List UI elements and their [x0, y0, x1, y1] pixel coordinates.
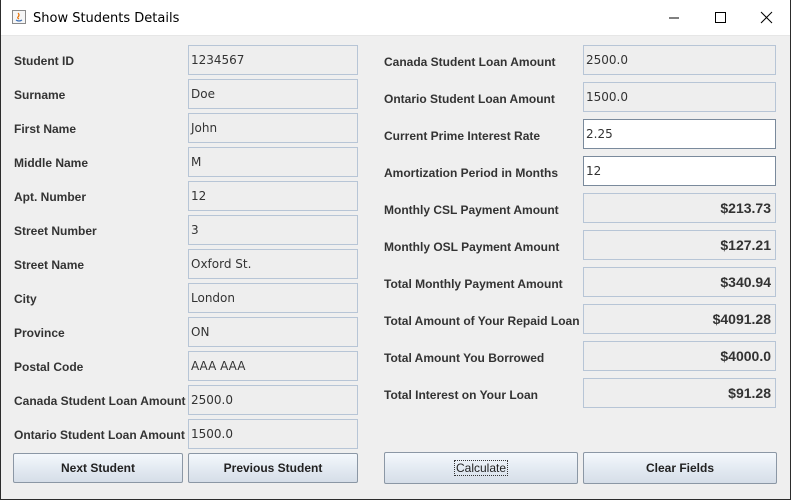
total-monthly-label: Total Monthly Payment Amount	[384, 277, 563, 291]
maximize-button[interactable]	[697, 0, 743, 35]
minimize-icon	[669, 17, 679, 19]
street-name-field[interactable]: Oxford St.	[188, 249, 358, 279]
clear-fields-label: Clear Fields	[645, 461, 715, 475]
canada-loan-field[interactable]: 2500.0	[188, 385, 358, 415]
close-button[interactable]	[743, 0, 789, 35]
city-label: City	[14, 292, 37, 306]
ontario-loan-label: Ontario Student Loan Amount	[14, 428, 185, 442]
amortization-label: Amortization Period in Months	[384, 166, 558, 180]
ontario-loan-field[interactable]: 1500.0	[188, 419, 358, 449]
postal-code-field[interactable]: AAA AAA	[188, 351, 358, 381]
monthly-csl-value: $213.73	[583, 193, 776, 223]
amortization-input[interactable]: 12	[583, 156, 776, 186]
previous-student-button[interactable]: Previous Student	[188, 453, 358, 483]
maximize-icon	[715, 12, 726, 23]
street-name-label: Street Name	[14, 258, 85, 272]
total-repaid-label: Total Amount of Your Repaid Loan	[384, 314, 580, 328]
surname-label: Surname	[14, 88, 66, 102]
right-canada-loan-label: Canada Student Loan Amount	[384, 55, 556, 69]
close-icon	[760, 11, 773, 24]
middle-name-label: Middle Name	[14, 156, 89, 170]
surname-field[interactable]: Doe	[188, 79, 358, 109]
previous-student-label: Previous Student	[223, 461, 323, 475]
apt-number-field[interactable]: 12	[188, 181, 358, 211]
window-title: Show Students Details	[33, 11, 180, 26]
calculate-button[interactable]: Calculate	[384, 452, 578, 484]
province-label: Province	[14, 326, 65, 340]
title-bar[interactable]: Show Students Details	[1, 0, 790, 36]
minimize-button[interactable]	[651, 0, 697, 35]
province-field[interactable]: ON	[188, 317, 358, 347]
prime-rate-label: Current Prime Interest Rate	[384, 129, 541, 143]
prime-rate-input[interactable]: 2.25	[583, 119, 776, 149]
first-name-field[interactable]: John	[188, 113, 358, 143]
canada-loan-label: Canada Student Loan Amount	[14, 394, 186, 408]
city-field[interactable]: London	[188, 283, 358, 313]
total-borrowed-label: Total Amount You Borrowed	[384, 351, 545, 365]
student-id-label: Student ID	[14, 54, 74, 68]
street-number-label: Street Number	[14, 224, 97, 238]
middle-name-field[interactable]: M	[188, 147, 358, 177]
clear-fields-button[interactable]: Clear Fields	[583, 452, 777, 484]
first-name-label: First Name	[14, 122, 77, 136]
monthly-osl-value: $127.21	[583, 230, 776, 260]
apt-number-label: Apt. Number	[14, 190, 86, 204]
calculate-label: Calculate	[453, 460, 509, 476]
total-interest-value: $91.28	[583, 378, 776, 408]
next-student-label: Next Student	[60, 461, 135, 475]
total-monthly-value: $340.94	[583, 267, 776, 297]
student-id-field[interactable]: 1234567	[188, 45, 358, 75]
next-student-button[interactable]: Next Student	[13, 453, 183, 483]
monthly-csl-label: Monthly CSL Payment Amount	[384, 203, 559, 217]
total-borrowed-value: $4000.0	[583, 341, 776, 371]
right-ontario-loan-field[interactable]: 1500.0	[583, 82, 776, 112]
total-interest-label: Total Interest on Your Loan	[384, 388, 539, 402]
student-details-window: Show Students Details Student ID Surname…	[0, 0, 791, 500]
right-canada-loan-field[interactable]: 2500.0	[583, 45, 776, 75]
right-ontario-loan-label: Ontario Student Loan Amount	[384, 92, 555, 106]
java-app-icon	[12, 10, 26, 24]
total-repaid-value: $4091.28	[583, 304, 776, 334]
postal-code-label: Postal Code	[14, 360, 84, 374]
street-number-field[interactable]: 3	[188, 215, 358, 245]
monthly-osl-label: Monthly OSL Payment Amount	[384, 240, 560, 254]
